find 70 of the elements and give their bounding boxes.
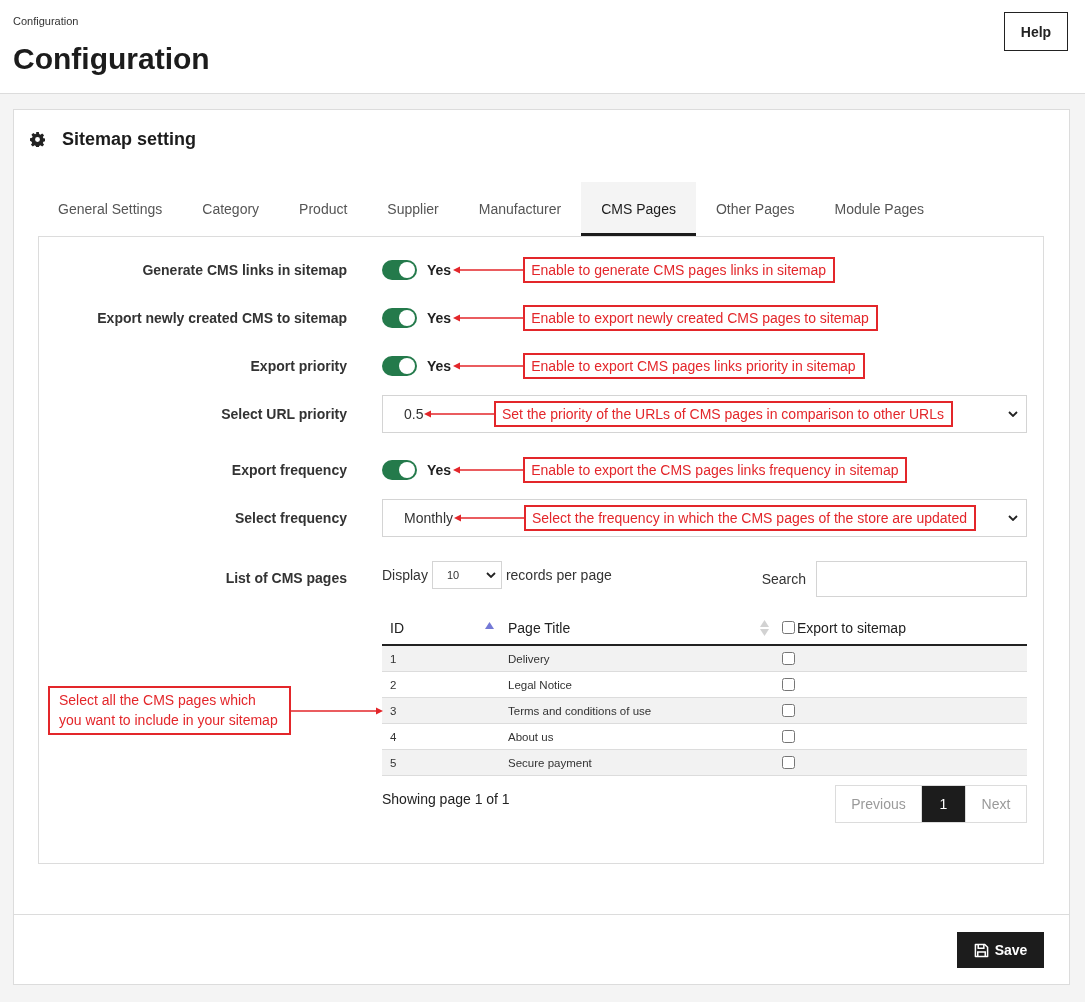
toggle-label: Yes bbox=[427, 310, 452, 326]
annotation-callout: Enable to export the CMS pages links frequency in sitemap bbox=[523, 457, 908, 483]
gear-icon bbox=[30, 131, 45, 147]
help-button[interactable]: Help bbox=[1004, 12, 1068, 51]
annotation-arrow bbox=[453, 266, 524, 274]
annotation-callout: Select the frequency in which the CMS pages of the store are updated bbox=[524, 505, 977, 531]
page-summary: Showing page 1 of 1 bbox=[382, 790, 510, 807]
field-label: Export frequency bbox=[231, 462, 347, 478]
page-title: Configuration bbox=[13, 41, 210, 77]
annotation-arrow bbox=[454, 514, 524, 522]
table-cell: 3 bbox=[390, 704, 397, 717]
row-checkbox[interactable] bbox=[782, 678, 795, 692]
annotation-callout: Enable to export CMS pages links priority in sitemap bbox=[523, 353, 865, 379]
annotation-arrow bbox=[453, 314, 524, 322]
search-label: Search bbox=[761, 571, 806, 587]
table-cell: 5 bbox=[390, 756, 397, 769]
annotation-callout: Set the priority of the URLs of CMS pages in comparison to other URLs bbox=[494, 401, 953, 427]
tab[interactable]: Module Pages bbox=[814, 182, 945, 236]
table-cell: Delivery bbox=[508, 652, 550, 665]
page-size-dropdown[interactable]: 10 bbox=[431, 561, 502, 589]
tab[interactable]: Product bbox=[279, 182, 368, 236]
toggle-label: Yes bbox=[427, 462, 452, 478]
toggle-switch[interactable] bbox=[382, 356, 417, 376]
field-label: Export priority bbox=[250, 358, 347, 374]
column-header: Export to sitemap bbox=[797, 619, 906, 636]
tab[interactable]: Other Pages bbox=[695, 182, 815, 236]
toggle-switch[interactable] bbox=[382, 260, 417, 280]
annotation-arrow bbox=[424, 410, 494, 418]
tab[interactable]: Manufacturer bbox=[458, 182, 582, 236]
annotation-callout: Select all the CMS pages which you want to include in your sitemap bbox=[48, 686, 291, 735]
tab[interactable]: Supplier bbox=[367, 182, 459, 236]
annotation-callout: Enable to generate CMS pages links in sitemap bbox=[523, 257, 836, 283]
search-field[interactable] bbox=[816, 561, 1027, 597]
toggle-label: Yes bbox=[427, 358, 452, 374]
select-all-checkbox[interactable] bbox=[782, 621, 795, 634]
tab[interactable]: CMS Pages bbox=[581, 182, 696, 236]
row-checkbox[interactable] bbox=[782, 730, 795, 744]
tab[interactable]: General Settings bbox=[38, 182, 183, 236]
toggle-label: Yes bbox=[427, 262, 452, 278]
table-cell: Terms and conditions of use bbox=[508, 704, 652, 717]
pagination-button[interactable]: 1 bbox=[922, 786, 965, 822]
caret-icon bbox=[1008, 515, 1018, 521]
display-label: Display bbox=[382, 567, 428, 583]
table-cell: 4 bbox=[390, 730, 397, 743]
records-label: records per page bbox=[505, 567, 612, 583]
table-cell: Legal Notice bbox=[508, 678, 572, 691]
table-cell: Secure payment bbox=[508, 756, 592, 769]
row-checkbox[interactable] bbox=[782, 756, 795, 770]
table-cell: About us bbox=[508, 730, 554, 743]
field-label: Select URL priority bbox=[221, 406, 347, 422]
annotation-arrow bbox=[453, 362, 524, 370]
table-cell: 1 bbox=[390, 652, 397, 665]
save-button[interactable]: Save bbox=[957, 932, 1044, 968]
row-checkbox[interactable] bbox=[782, 704, 795, 718]
field-label: List of CMS pages bbox=[225, 570, 347, 586]
toggle-switch[interactable] bbox=[382, 308, 417, 328]
field-label: Generate CMS links in sitemap bbox=[142, 262, 347, 278]
toggle-switch[interactable] bbox=[382, 460, 417, 480]
table-cell: 2 bbox=[390, 678, 397, 691]
caret-icon bbox=[1008, 411, 1018, 417]
field-label: Select frequency bbox=[234, 510, 347, 526]
floppy-disk-icon bbox=[973, 942, 989, 958]
field-label: Export newly created CMS to sitemap bbox=[97, 310, 347, 326]
annotation-callout: Enable to export newly created CMS pages to sitemap bbox=[523, 305, 878, 331]
tab[interactable]: Category bbox=[182, 182, 280, 236]
panel-title: Sitemap setting bbox=[62, 128, 197, 150]
caret-icon bbox=[485, 572, 496, 578]
annotation-arrow bbox=[453, 466, 524, 474]
breadcrumb[interactable]: Configuration bbox=[13, 14, 79, 28]
row-checkbox[interactable] bbox=[782, 652, 795, 666]
